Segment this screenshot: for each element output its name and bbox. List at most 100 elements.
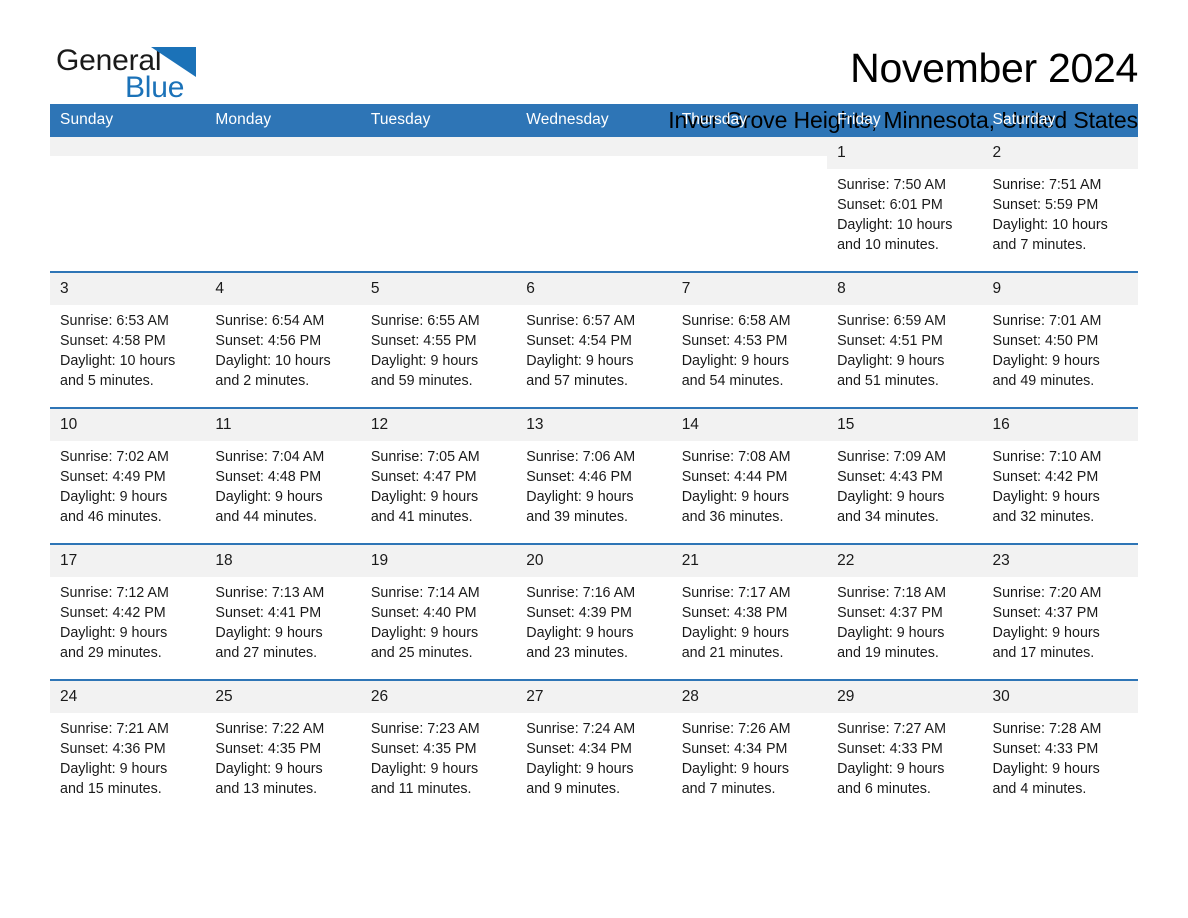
- calendar-day-cell[interactable]: 20 Sunrise: 7:16 AM Sunset: 4:39 PM Dayligh…: [516, 543, 672, 680]
- calendar-day-cell[interactable]: 10 Sunrise: 7:02 AM Sunset: 4:49 PM Dayligh…: [50, 407, 206, 544]
- day-number: 19: [360, 545, 517, 577]
- calendar-empty-cell: [205, 137, 361, 272]
- sunrise-text: Sunrise: 6:59 AM: [837, 313, 946, 329]
- daylight-text: Daylight: 9 hours: [526, 489, 634, 506]
- daylight-text: Daylight: 9 hours: [837, 489, 945, 506]
- day-details: Sunrise: 7:04 AM Sunset: 4:48 PM Daylight:…: [205, 441, 360, 543]
- weekday-header-sunday: Sunday: [50, 104, 206, 137]
- calendar-day-cell[interactable]: 24 Sunrise: 7:21 AM Sunset: 4:36 PM Dayligh…: [50, 679, 206, 815]
- calendar-empty-cell: [671, 137, 828, 272]
- day-number: 5: [360, 273, 517, 305]
- calendar-day-cell[interactable]: 8 Sunrise: 6:59 AM Sunset: 4:51 PM Daylight…: [827, 271, 983, 408]
- daylight-text: Daylight: 9 hours: [60, 489, 168, 506]
- calendar-day-cell[interactable]: 5 Sunrise: 6:55 AM Sunset: 4:55 PM Daylight…: [360, 271, 517, 408]
- daylight-text-cont: and 51 minutes.: [837, 373, 939, 390]
- calendar-day-cell[interactable]: 26 Sunrise: 7:23 AM Sunset: 4:35 PM Dayligh…: [360, 679, 517, 815]
- calendar-day-cell[interactable]: 12 Sunrise: 7:05 AM Sunset: 4:47 PM Dayligh…: [360, 407, 517, 544]
- sunrise-text: Sunrise: 6:58 AM: [681, 313, 791, 329]
- calendar-day-cell[interactable]: 14 Sunrise: 7:08 AM Sunset: 4:44 PM Dayligh…: [671, 407, 828, 544]
- calendar-day-cell[interactable]: 2 Sunrise: 7:51 AM Sunset: 5:59 PM Daylight…: [982, 137, 1138, 272]
- sunrise-text: Sunrise: 7:20 AM: [992, 585, 1102, 601]
- general-blue-logo[interactable]: General Blue: [50, 44, 200, 106]
- calendar-day-cell[interactable]: 9 Sunrise: 7:01 AM Sunset: 4:50 PM Daylight…: [982, 271, 1138, 408]
- calendar-day-cell[interactable]: 23 Sunrise: 7:20 AM Sunset: 4:37 PM Dayligh…: [982, 543, 1138, 680]
- sunrise-text: Sunrise: 7:02 AM: [60, 449, 169, 465]
- calendar-day-cell[interactable]: 19 Sunrise: 7:14 AM Sunset: 4:40 PM Dayligh…: [360, 543, 517, 680]
- calendar-day-cell[interactable]: 13 Sunrise: 7:06 AM Sunset: 4:46 PM Dayligh…: [516, 407, 672, 544]
- sunrise-text: Sunrise: 7:51 AM: [992, 177, 1102, 193]
- daylight-text: Daylight: 9 hours: [992, 489, 1100, 506]
- calendar-day-cell[interactable]: 29 Sunrise: 7:27 AM Sunset: 4:33 PM Dayligh…: [827, 679, 983, 815]
- daylight-text-cont: and 7 minutes.: [681, 781, 776, 798]
- calendar-day-cell[interactable]: 4 Sunrise: 6:54 AM Sunset: 4:56 PM Daylight…: [205, 271, 361, 408]
- sunset-text: Sunset: 4:42 PM: [60, 605, 166, 622]
- calendar-day-cell[interactable]: 21 Sunrise: 7:17 AM Sunset: 4:38 PM Dayligh…: [671, 543, 828, 680]
- calendar-day-cell[interactable]: 11 Sunrise: 7:04 AM Sunset: 4:48 PM Dayligh…: [205, 407, 361, 544]
- daylight-text: Daylight: 9 hours: [370, 489, 479, 506]
- daylight-text: Daylight: 9 hours: [370, 761, 479, 778]
- day-number: 10: [50, 409, 206, 441]
- day-number: 29: [827, 681, 983, 713]
- day-number: [671, 137, 828, 156]
- sunrise-text: Sunrise: 7:24 AM: [526, 721, 636, 737]
- daylight-text: Daylight: 9 hours: [526, 761, 634, 778]
- day-details-empty: [205, 156, 360, 258]
- calendar-page: General Blue November 2024 Inver Grove H…: [0, 0, 1188, 918]
- calendar-day-cell[interactable]: 17 Sunrise: 7:12 AM Sunset: 4:42 PM Dayligh…: [50, 543, 206, 680]
- calendar-day-cell[interactable]: 15 Sunrise: 7:09 AM Sunset: 4:43 PM Dayligh…: [827, 407, 983, 544]
- sunrise-text: Sunrise: 7:09 AM: [837, 449, 946, 465]
- daylight-text-cont: and 32 minutes.: [992, 509, 1095, 526]
- calendar-day-cell[interactable]: 27 Sunrise: 7:24 AM Sunset: 4:34 PM Dayligh…: [516, 679, 672, 815]
- daylight-text-cont: and 2 minutes.: [215, 373, 310, 390]
- daylight-text: Daylight: 9 hours: [215, 625, 323, 642]
- calendar-day-cell[interactable]: 25 Sunrise: 7:22 AM Sunset: 4:35 PM Dayligh…: [205, 679, 361, 815]
- daylight-text-cont: and 17 minutes.: [992, 645, 1095, 662]
- calendar-day-cell[interactable]: 28 Sunrise: 7:26 AM Sunset: 4:34 PM Dayligh…: [671, 679, 828, 815]
- sunrise-text: Sunrise: 7:21 AM: [60, 721, 169, 737]
- sunset-text: Sunset: 4:35 PM: [370, 741, 477, 758]
- sunrise-text: Sunrise: 7:28 AM: [992, 721, 1102, 737]
- sunset-text: Sunset: 4:43 PM: [837, 469, 943, 486]
- day-number: 4: [205, 273, 361, 305]
- calendar-day-cell[interactable]: 6 Sunrise: 6:57 AM Sunset: 4:54 PM Daylight…: [516, 271, 672, 408]
- sunset-text: Sunset: 4:47 PM: [370, 469, 477, 486]
- day-details: Sunrise: 7:50 AM Sunset: 6:01 PM Daylight:…: [827, 169, 982, 271]
- daylight-text: Daylight: 9 hours: [526, 353, 634, 370]
- day-details: Sunrise: 6:59 AM Sunset: 4:51 PM Daylight:…: [827, 305, 982, 407]
- day-details: Sunrise: 6:55 AM Sunset: 4:55 PM Daylight:…: [361, 305, 516, 407]
- sunrise-text: Sunrise: 7:22 AM: [215, 721, 325, 737]
- sunrise-text: Sunrise: 7:12 AM: [60, 585, 169, 601]
- calendar-day-cell[interactable]: 22 Sunrise: 7:18 AM Sunset: 4:37 PM Dayligh…: [827, 543, 983, 680]
- sunrise-text: Sunrise: 7:50 AM: [837, 177, 946, 193]
- daylight-text-cont: and 10 minutes.: [837, 237, 939, 254]
- day-number: [205, 137, 361, 156]
- daylight-text-cont: and 21 minutes.: [681, 645, 784, 662]
- calendar-day-cell[interactable]: 18 Sunrise: 7:13 AM Sunset: 4:41 PM Dayligh…: [205, 543, 361, 680]
- calendar-day-cell[interactable]: 1 Sunrise: 7:50 AM Sunset: 6:01 PM Daylight…: [827, 137, 983, 272]
- day-details: Sunrise: 7:16 AM Sunset: 4:39 PM Daylight:…: [516, 577, 671, 679]
- calendar-week-row: 3 Sunrise: 6:53 AM Sunset: 4:58 PM Daylight…: [50, 271, 1138, 408]
- sunset-text: Sunset: 4:41 PM: [215, 605, 322, 622]
- sunrise-text: Sunrise: 6:53 AM: [60, 313, 169, 329]
- calendar-empty-cell: [516, 137, 672, 272]
- day-number: 3: [50, 273, 206, 305]
- day-details: Sunrise: 6:53 AM Sunset: 4:58 PM Daylight:…: [50, 305, 205, 407]
- sunset-text: Sunset: 4:54 PM: [526, 333, 632, 350]
- day-number: 23: [982, 545, 1138, 577]
- sunset-text: Sunset: 4:33 PM: [992, 741, 1099, 758]
- calendar-day-cell[interactable]: 3 Sunrise: 6:53 AM Sunset: 4:58 PM Daylight…: [50, 271, 206, 408]
- sunset-text: Sunset: 4:39 PM: [526, 605, 632, 622]
- day-details: Sunrise: 7:24 AM Sunset: 4:34 PM Daylight:…: [516, 713, 671, 815]
- calendar-week-row: 10 Sunrise: 7:02 AM Sunset: 4:49 PM Dayligh…: [50, 407, 1138, 544]
- day-number: 17: [50, 545, 206, 577]
- daylight-text-cont: and 19 minutes.: [837, 645, 939, 662]
- calendar-week-row: 17 Sunrise: 7:12 AM Sunset: 4:42 PM Dayligh…: [50, 543, 1138, 680]
- sunrise-text: Sunrise: 7:27 AM: [837, 721, 946, 737]
- daylight-text: Daylight: 9 hours: [215, 761, 323, 778]
- day-details: Sunrise: 7:23 AM Sunset: 4:35 PM Daylight:…: [361, 713, 516, 815]
- calendar-day-cell[interactable]: 7 Sunrise: 6:58 AM Sunset: 4:53 PM Daylight…: [671, 271, 828, 408]
- day-number: [50, 137, 206, 156]
- day-number: 22: [827, 545, 983, 577]
- calendar-day-cell[interactable]: 30 Sunrise: 7:28 AM Sunset: 4:33 PM Dayligh…: [982, 679, 1138, 815]
- calendar-day-cell[interactable]: 16 Sunrise: 7:10 AM Sunset: 4:42 PM Dayligh…: [982, 407, 1138, 544]
